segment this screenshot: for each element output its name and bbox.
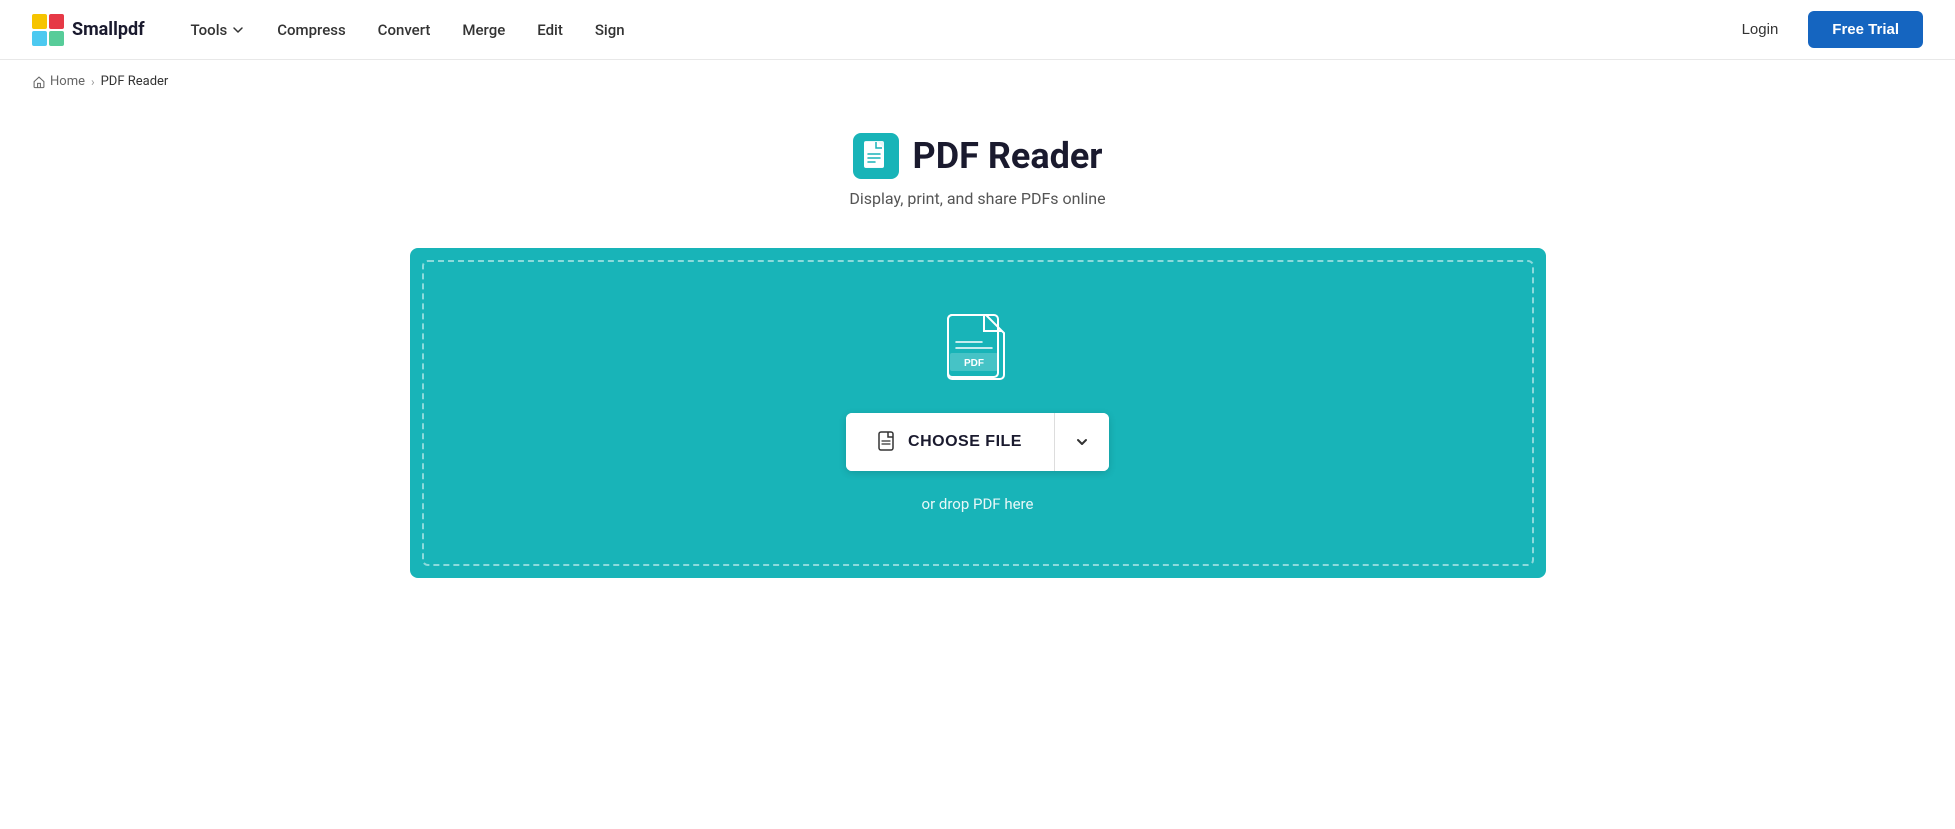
breadcrumb-home[interactable]: Home [32, 74, 85, 89]
nav-convert-label: Convert [378, 21, 431, 39]
drop-zone-wrapper: PDF CHOOSE FILE [378, 248, 1578, 578]
home-icon [32, 75, 46, 89]
breadcrumb-current: PDF Reader [101, 74, 169, 89]
header: Smallpdf Tools Compress Convert Merge Ed… [0, 0, 1955, 60]
chevron-down-icon [231, 23, 245, 37]
svg-text:PDF: PDF [964, 358, 984, 369]
choose-file-label: CHOOSE FILE [908, 433, 1022, 451]
pdf-reader-icon [853, 133, 899, 179]
nav-tools-label: Tools [191, 21, 228, 39]
choose-file-row: CHOOSE FILE [846, 413, 1109, 471]
header-right: Login Free Trial [1728, 11, 1923, 48]
nav-merge-label: Merge [462, 21, 505, 39]
drop-zone[interactable]: PDF CHOOSE FILE [410, 248, 1546, 578]
nav-edit[interactable]: Edit [523, 13, 577, 47]
nav-compress-label: Compress [277, 21, 345, 39]
drop-text: or drop PDF here [922, 495, 1034, 513]
nav-tools[interactable]: Tools [177, 13, 260, 47]
nav-convert[interactable]: Convert [364, 13, 445, 47]
logo-icon [32, 14, 64, 46]
login-button[interactable]: Login [1728, 13, 1793, 46]
page-title: PDF Reader [913, 135, 1103, 177]
choose-file-icon [878, 431, 898, 453]
choose-file-button[interactable]: CHOOSE FILE [846, 413, 1054, 471]
nav-compress[interactable]: Compress [263, 13, 359, 47]
logo-text: Smallpdf [72, 19, 145, 40]
pdf-upload-icon: PDF [946, 313, 1010, 389]
breadcrumb-separator: › [91, 75, 95, 89]
main-content: PDF Reader Display, print, and share PDF… [0, 103, 1955, 578]
nav-merge[interactable]: Merge [448, 13, 519, 47]
page-subtitle: Display, print, and share PDFs online [849, 189, 1105, 208]
choose-file-dropdown-button[interactable] [1055, 413, 1109, 471]
nav-sign-label: Sign [595, 21, 625, 39]
breadcrumb: Home › PDF Reader [0, 60, 1955, 103]
logo[interactable]: Smallpdf [32, 14, 145, 46]
free-trial-button[interactable]: Free Trial [1808, 11, 1923, 48]
nav-sign[interactable]: Sign [581, 13, 639, 47]
drop-zone-inner: PDF CHOOSE FILE [422, 260, 1534, 566]
nav-edit-label: Edit [537, 21, 563, 39]
breadcrumb-home-label: Home [50, 74, 85, 89]
title-area: PDF Reader [853, 133, 1103, 179]
chevron-down-icon [1073, 433, 1091, 451]
main-nav: Tools Compress Convert Merge Edit Sign [177, 13, 1728, 47]
